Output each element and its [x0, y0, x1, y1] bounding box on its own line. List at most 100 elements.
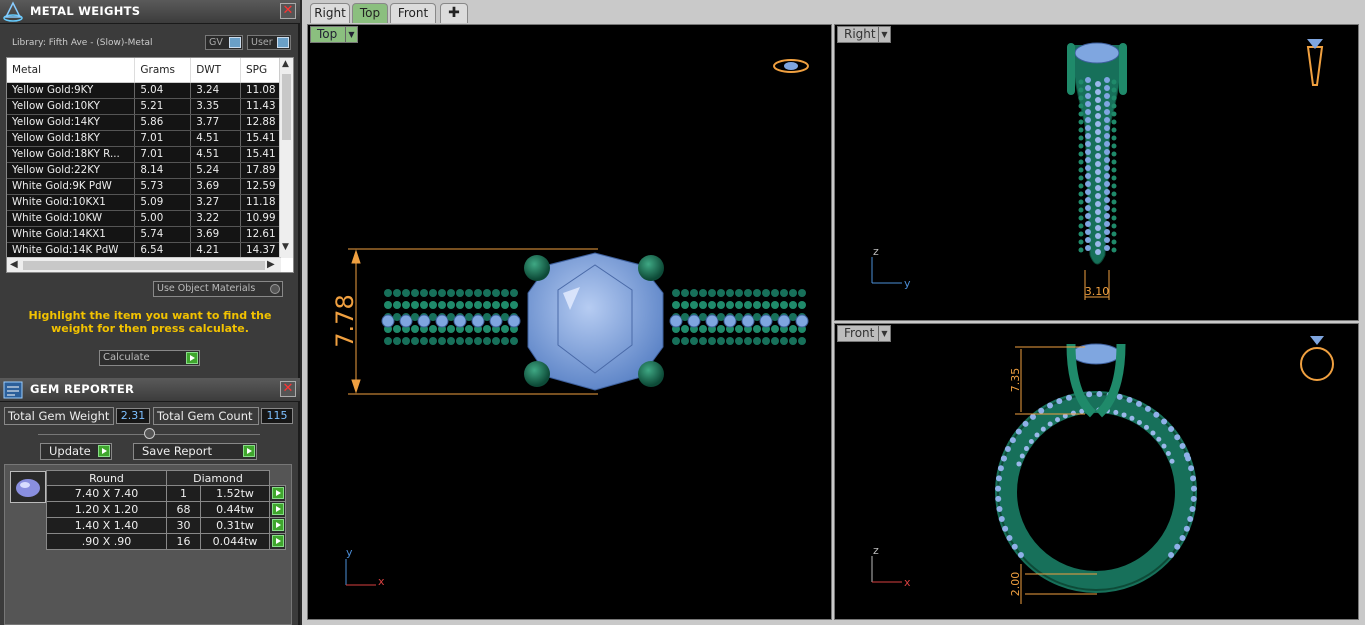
scroll-left-icon[interactable]: ◀ [10, 259, 18, 270]
tab-right[interactable]: Right [310, 3, 350, 23]
play-icon [272, 503, 284, 515]
view-tabs: Right Top Front ✚ [302, 0, 1365, 24]
metal-cell-spg: 10.99 [240, 210, 281, 227]
play-icon [186, 352, 198, 364]
gem-row[interactable]: .90 X .90 16 0.044tw [46, 533, 286, 550]
gem-cell-weight: 0.44tw [200, 501, 270, 518]
metal-cell-spg: 12.88 [240, 114, 281, 131]
metal-table-hscrollbar[interactable]: ◀ ▶ [7, 257, 281, 272]
gem-row[interactable]: 1.40 X 1.40 30 0.31tw [46, 517, 286, 534]
gv-toggle[interactable]: GV [205, 35, 243, 50]
tab-top[interactable]: Top [352, 3, 388, 23]
gem-cell-size: 1.20 X 1.20 [46, 501, 167, 518]
gem-cell-count: 30 [166, 517, 201, 534]
metal-row[interactable]: White Gold:10KW 5.00 3.22 10.99 [7, 210, 281, 227]
front-view-render: 7.35 2.00 z x [871, 336, 1334, 604]
axis-y-label: y [904, 277, 911, 290]
user-toggle[interactable]: User [247, 35, 291, 50]
gem-list-area: Round Diamond 7.40 X 7.40 1 1.52tw 1.20 X 1… [4, 464, 292, 625]
scroll-down-icon[interactable]: ▼ [282, 242, 289, 252]
front-dimension-top-label: 7.35 [1009, 368, 1022, 393]
gem-reporter-title: GEM REPORTER [30, 382, 135, 396]
gem-material-header: Diamond [166, 470, 270, 486]
axis-y-label: y [346, 546, 353, 559]
gem-reporter-close-icon[interactable]: ✕ [280, 381, 296, 397]
gem-cell-weight: 0.31tw [200, 517, 270, 534]
col-header-grams[interactable]: Grams [134, 58, 192, 83]
right-view-render: 3.10 z y [871, 39, 1324, 300]
gem-select-button[interactable] [269, 485, 286, 502]
metal-row[interactable]: Yellow Gold:18KY R... 7.01 4.51 15.41 [7, 146, 281, 163]
metal-weights-table: Metal Grams DWT SPG Yellow Gold:9KY 5.04 3… [7, 58, 281, 259]
round-gem-thumbnail[interactable] [10, 471, 46, 503]
gem-reporter-icon [3, 381, 23, 399]
gem-cell-weight: 0.044tw [200, 533, 270, 550]
top-viewport[interactable]: Top ▼ 7.78 y x [307, 24, 832, 620]
metal-row[interactable]: Yellow Gold:9KY 5.04 3.24 11.08 [7, 82, 281, 99]
metal-cell-dwt: 3.69 [190, 226, 242, 243]
tab-front[interactable]: Front [390, 3, 436, 23]
metal-cell-spg: 11.43 [240, 98, 281, 115]
metal-cell-metal: Yellow Gold:9KY [7, 82, 136, 99]
col-header-spg[interactable]: SPG [240, 58, 281, 83]
total-gem-weight-value: 2.31 [116, 408, 150, 424]
total-gem-count-value: 115 [261, 408, 293, 424]
metal-row[interactable]: Yellow Gold:10KY 5.21 3.35 11.43 [7, 98, 281, 115]
gem-row[interactable]: 1.20 X 1.20 68 0.44tw [46, 501, 286, 518]
metal-cell-grams: 5.00 [134, 210, 192, 227]
metal-cell-grams: 5.04 [134, 82, 192, 99]
ring-orientation-icon [1300, 336, 1334, 381]
play-icon [272, 487, 284, 499]
update-button[interactable]: Update [40, 443, 112, 460]
library-label: Library: Fifth Ave - (Slow)-Metal [12, 38, 153, 48]
metal-row[interactable]: Yellow Gold:14KY 5.86 3.77 12.88 [7, 114, 281, 131]
metal-cell-grams: 5.86 [134, 114, 192, 131]
metal-cell-metal: Yellow Gold:18KY R... [7, 146, 136, 163]
metal-row[interactable]: Yellow Gold:18KY 7.01 4.51 15.41 [7, 130, 281, 147]
axis-z-label: z [873, 544, 879, 557]
hscroll-thumb[interactable] [23, 261, 265, 270]
top-view-render: 7.78 y x [331, 59, 809, 588]
scroll-right-icon[interactable]: ▶ [267, 259, 275, 270]
metal-cell-metal: White Gold:14KX1 [7, 226, 136, 243]
metal-row[interactable]: White Gold:10KX1 5.09 3.27 11.18 [7, 194, 281, 211]
axis-gizmo [871, 556, 902, 583]
calculate-button[interactable]: Calculate [99, 350, 200, 366]
viewport-area: Right Top Front ✚ Top ▼ 7.78 y x Right ▼… [302, 0, 1365, 625]
round-gem-icon [16, 479, 40, 497]
gv-toggle-label: GV [209, 37, 223, 48]
scroll-up-icon[interactable]: ▲ [282, 59, 289, 69]
metal-cell-grams: 5.73 [134, 178, 192, 195]
gem-select-button[interactable] [269, 517, 286, 534]
metal-table-vscrollbar[interactable]: ▲ ▼ [279, 58, 293, 258]
metal-cell-metal: Yellow Gold:18KY [7, 130, 136, 147]
metal-cell-spg: 15.41 [240, 146, 281, 163]
metal-row[interactable]: White Gold:14K PdW 6.54 4.21 14.37 [7, 242, 281, 259]
prong [638, 255, 664, 281]
metal-row[interactable]: White Gold:14KX1 5.74 3.69 12.61 [7, 226, 281, 243]
metal-weights-title: METAL WEIGHTS [30, 4, 141, 18]
axis-z-label: z [873, 245, 879, 258]
axis-x-label: x [904, 576, 911, 589]
use-object-materials-toggle[interactable]: Use Object Materials [153, 281, 283, 297]
col-header-metal[interactable]: Metal [7, 58, 136, 83]
metal-row[interactable]: White Gold:9K PdW 5.73 3.69 12.59 [7, 178, 281, 195]
prong [524, 255, 550, 281]
metal-cell-spg: 12.61 [240, 226, 281, 243]
metal-row[interactable]: Yellow Gold:22KY 8.14 5.24 17.89 [7, 162, 281, 179]
metal-weights-close-icon[interactable]: ✕ [280, 3, 296, 19]
gem-row[interactable]: 7.40 X 7.40 1 1.52tw [46, 485, 286, 502]
front-viewport[interactable]: Front ▼ 7.35 2.00 z x [834, 323, 1359, 620]
play-icon [272, 519, 284, 531]
add-tab-plus-icon[interactable]: ✚ [440, 3, 468, 23]
gem-select-button[interactable] [269, 501, 286, 518]
right-viewport[interactable]: Right ▼ 3.10 z y [834, 24, 1359, 321]
gem-select-button[interactable] [269, 533, 286, 550]
metal-cell-grams: 8.14 [134, 162, 192, 179]
total-gem-count-label: Total Gem Count [153, 407, 259, 425]
size-slider-handle[interactable] [144, 428, 155, 439]
save-report-button[interactable]: Save Report [133, 443, 257, 460]
vscroll-thumb[interactable] [282, 74, 291, 140]
col-header-dwt[interactable]: DWT [190, 58, 242, 83]
metal-cell-spg: 12.59 [240, 178, 281, 195]
